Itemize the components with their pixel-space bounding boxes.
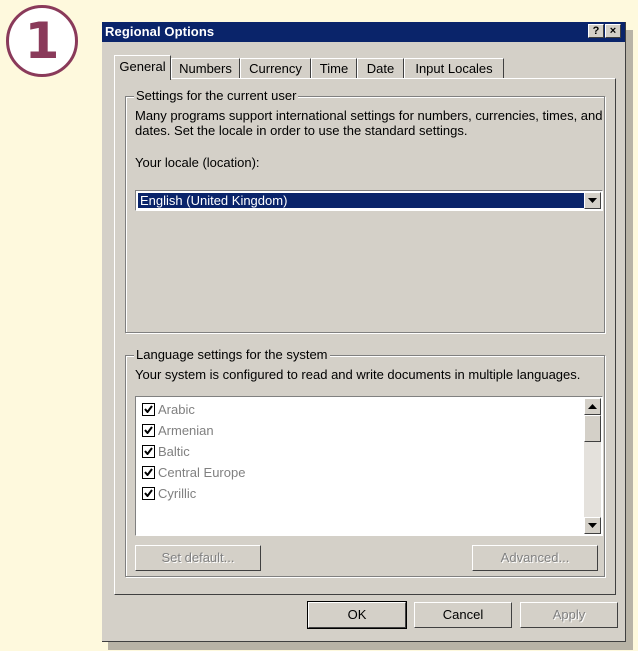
- language-checkbox[interactable]: [142, 465, 155, 479]
- system-language-settings-group: Language settings for the system Your sy…: [125, 347, 605, 577]
- language-label: Cyrillic: [158, 485, 197, 501]
- current-user-settings-group: Settings for the current user Many progr…: [125, 88, 605, 333]
- dialog-title: Regional Options: [105, 24, 215, 39]
- scrollbar-thumb[interactable]: [584, 415, 601, 442]
- vertical-scrollbar[interactable]: [584, 398, 601, 534]
- check-icon: [144, 489, 153, 497]
- regional-options-dialog: Regional Options ? × General Numbers Cur…: [102, 22, 626, 642]
- list-item-arabic[interactable]: Arabic: [142, 400, 195, 418]
- check-icon: [144, 468, 153, 476]
- current-user-group-label: Settings for the current user: [134, 88, 299, 103]
- cancel-button[interactable]: Cancel: [414, 602, 512, 628]
- locale-dropdown[interactable]: English (United Kingdom): [135, 190, 603, 211]
- scroll-down-button[interactable]: [584, 517, 601, 534]
- chevron-up-icon: [588, 404, 597, 409]
- language-checkbox[interactable]: [142, 444, 155, 458]
- tab-strip: General Numbers Currency Time Date Input…: [114, 55, 614, 80]
- language-label: Baltic: [158, 443, 190, 459]
- check-icon: [144, 447, 153, 455]
- locale-dropdown-value: English (United Kingdom): [138, 193, 584, 208]
- language-label: Central Europe: [158, 464, 246, 480]
- language-label: Arabic: [158, 401, 195, 417]
- title-bar[interactable]: Regional Options ? ×: [102, 22, 625, 42]
- language-label: Armenian: [158, 422, 214, 438]
- general-tab-panel: Settings for the current user Many progr…: [114, 78, 616, 595]
- language-checkbox[interactable]: [142, 402, 155, 416]
- tab-date[interactable]: Date: [357, 58, 404, 79]
- tab-currency[interactable]: Currency: [240, 58, 311, 79]
- advanced-button[interactable]: Advanced...: [472, 545, 598, 571]
- list-item-central-europe[interactable]: Central Europe: [142, 463, 245, 481]
- language-checkbox[interactable]: [142, 423, 155, 437]
- list-item-cyrillic[interactable]: Cyrillic: [142, 484, 196, 502]
- set-default-button[interactable]: Set default...: [135, 545, 261, 571]
- chevron-down-icon: [588, 198, 597, 203]
- locale-label: Your locale (location):: [135, 155, 260, 170]
- ok-button[interactable]: OK: [307, 601, 407, 629]
- tab-time[interactable]: Time: [311, 58, 357, 79]
- current-user-description: Many programs support international sett…: [135, 108, 603, 138]
- step-number-badge: 1: [6, 5, 78, 77]
- tab-numbers[interactable]: Numbers: [171, 58, 240, 79]
- language-checkbox[interactable]: [142, 486, 155, 500]
- system-description: Your system is configured to read and wr…: [135, 367, 581, 382]
- list-item-armenian[interactable]: Armenian: [142, 421, 214, 439]
- close-button[interactable]: ×: [605, 24, 621, 38]
- tab-input-locales[interactable]: Input Locales: [404, 58, 504, 79]
- locale-dropdown-arrow[interactable]: [584, 192, 601, 209]
- tab-general[interactable]: General: [114, 55, 171, 80]
- chevron-down-icon: [588, 523, 597, 528]
- apply-button[interactable]: Apply: [520, 602, 618, 628]
- system-group-label: Language settings for the system: [134, 347, 330, 362]
- scroll-up-button[interactable]: [584, 398, 601, 415]
- check-icon: [144, 405, 153, 413]
- list-item-baltic[interactable]: Baltic: [142, 442, 190, 460]
- check-icon: [144, 426, 153, 434]
- language-groups-list[interactable]: Arabic Armenian Baltic Central Europe Cy…: [135, 396, 603, 536]
- help-button[interactable]: ?: [588, 24, 604, 38]
